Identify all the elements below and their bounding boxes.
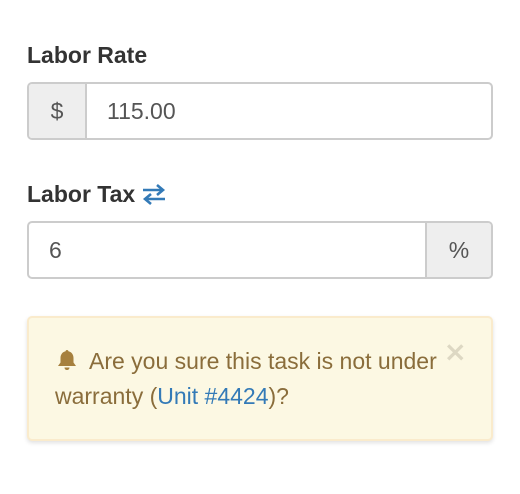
labor-tax-input[interactable] [29,223,425,277]
percent-addon: % [425,223,491,277]
warranty-alert: Are you sure this task is not under warr… [27,316,493,441]
swap-arrows-icon[interactable] [141,183,167,205]
currency-addon: $ [29,84,87,138]
alert-text-after: )? [268,383,289,409]
labor-tax-input-group: % [27,221,493,279]
labor-rate-input-group: $ [27,82,493,140]
bell-icon [55,347,79,371]
close-alert-button[interactable]: × [444,338,467,366]
labor-tax-label-row: Labor Tax [27,180,167,208]
labor-rate-label: Labor Rate [27,42,148,68]
unit-link[interactable]: Unit #4424 [157,383,268,409]
labor-tax-label: Labor Tax [27,181,136,207]
labor-rate-input[interactable] [87,84,491,138]
